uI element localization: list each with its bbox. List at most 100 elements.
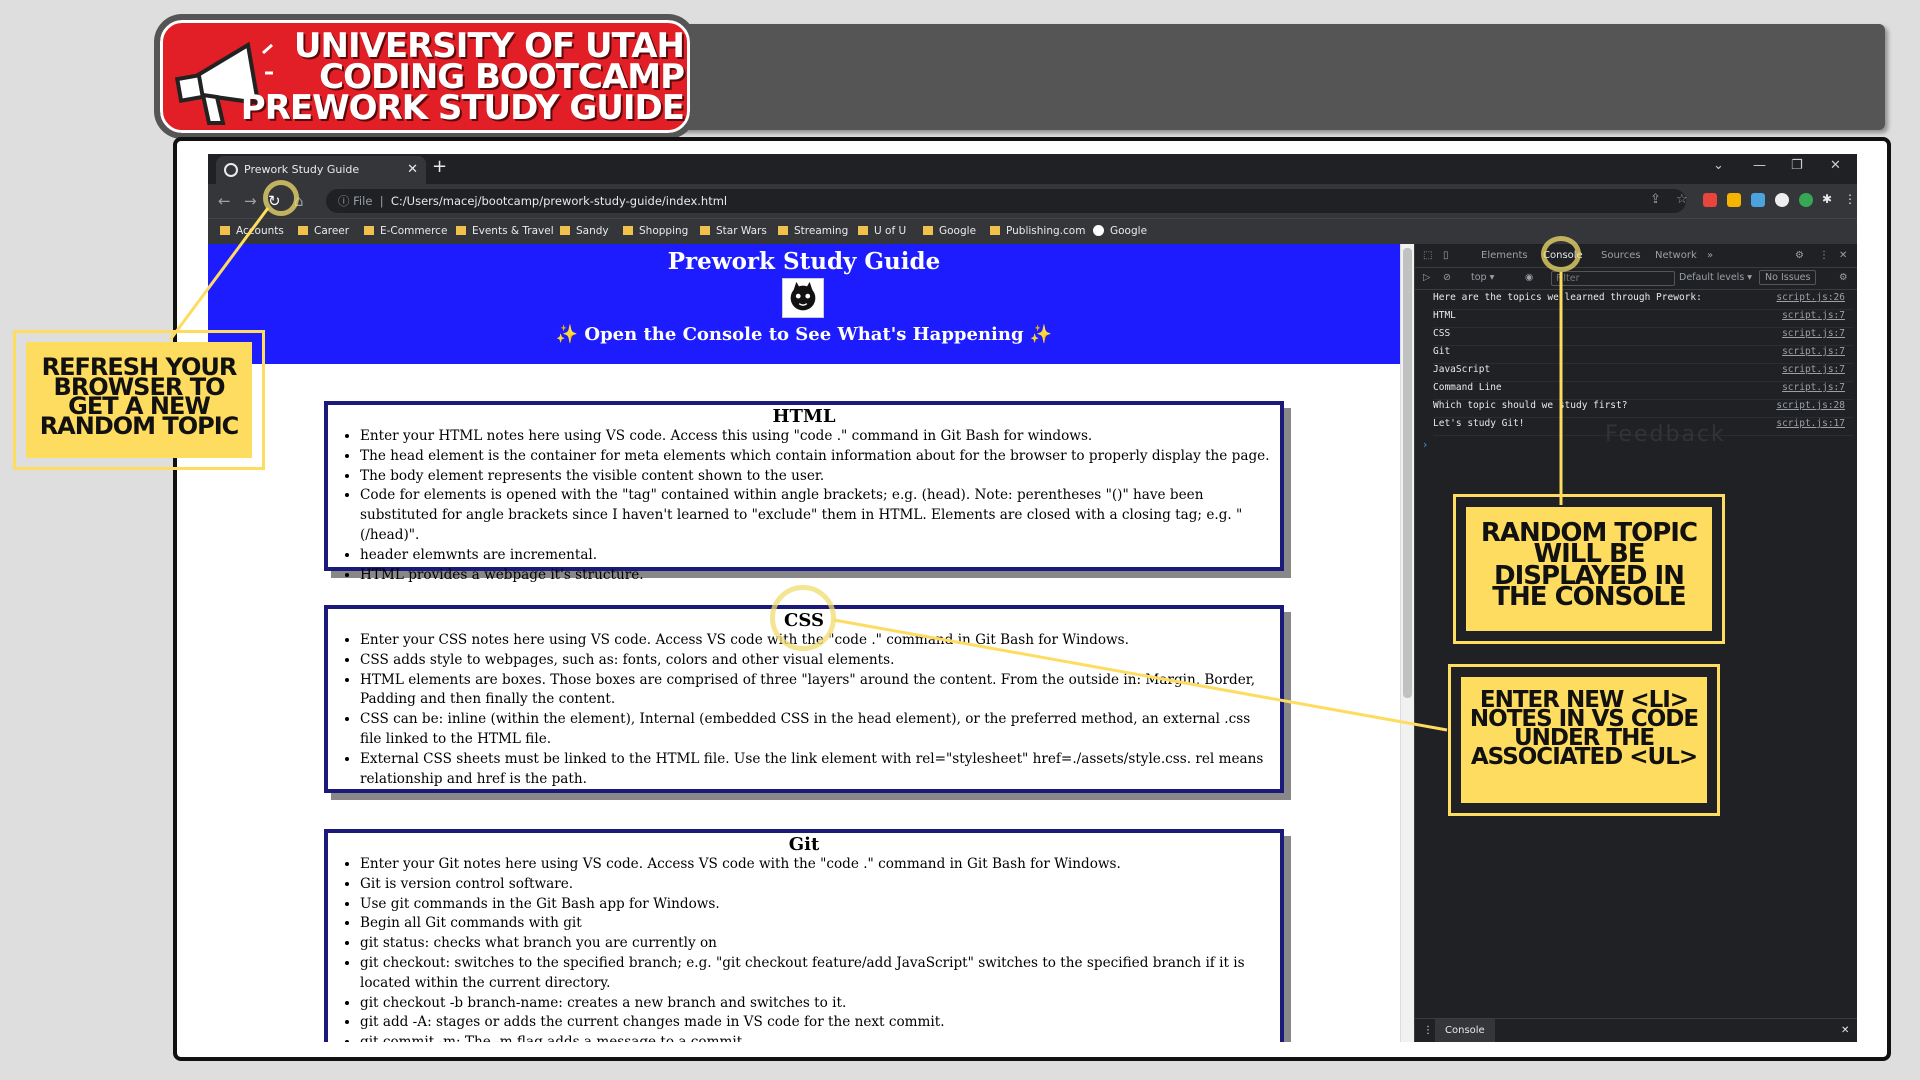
tab-network[interactable]: Network: [1655, 250, 1697, 261]
star-icon[interactable]: ☆: [1676, 192, 1688, 207]
folder-icon: [364, 226, 374, 235]
close-icon[interactable]: ✕: [1839, 250, 1847, 261]
bookmarks-bar: Accounts Career E-Commerce Events & Trav…: [208, 218, 1857, 244]
tab-more[interactable]: »: [1707, 250, 1713, 261]
folder-icon: [923, 226, 933, 235]
share-icon[interactable]: ⇪: [1650, 192, 1661, 207]
tab-strip: Prework Study Guide ✕ + ⌄ — ❐ ✕: [208, 154, 1857, 184]
bookmark-item[interactable]: Career: [298, 225, 349, 237]
bookmark-item[interactable]: U of U: [858, 225, 906, 237]
source-link[interactable]: script.js:7: [1782, 310, 1845, 321]
list-item: Code for elements is opened with the "ta…: [360, 486, 1274, 545]
console-message: CSS script.js:7: [1433, 328, 1853, 346]
drawer-menu-icon[interactable]: ⋮: [1423, 1025, 1433, 1036]
list-item: The head element is the container for me…: [360, 447, 1274, 467]
bookmark-item[interactable]: Google: [1093, 225, 1147, 237]
console-tab-highlight: [1541, 236, 1581, 272]
extension-icon[interactable]: [1775, 193, 1789, 207]
list-item: CSS can be: inline (within the element),…: [360, 710, 1274, 750]
folder-icon: [623, 226, 633, 235]
bookmark-item[interactable]: Publishing.com: [990, 225, 1085, 237]
close-tab-icon[interactable]: ✕: [407, 156, 418, 184]
folder-icon: [858, 226, 868, 235]
list-item: git checkout -b branch-name: creates a n…: [360, 994, 1274, 1014]
scrollbar-thumb[interactable]: [1403, 248, 1412, 698]
bookmark-item[interactable]: Google: [923, 225, 976, 237]
list-item: Enter your Git notes here using VS code.…: [360, 855, 1274, 875]
page-title: Prework Study Guide: [667, 248, 941, 275]
enter-notes-note: ENTER NEW <LI> NOTES IN VS CODE UNDER TH…: [1461, 677, 1707, 803]
bookmark-item[interactable]: Accounts: [220, 225, 284, 237]
browser-tab[interactable]: Prework Study Guide ✕: [216, 156, 426, 184]
context-select[interactable]: top ▾: [1471, 272, 1494, 283]
page-scrollbar[interactable]: [1400, 244, 1414, 1042]
refresh-note: REFRESH YOUR BROWSER TO GET A NEW RANDOM…: [26, 342, 252, 458]
forward-icon[interactable]: →: [244, 192, 257, 210]
tab-title: Prework Study Guide: [244, 163, 360, 176]
settings-icon[interactable]: ⚙: [1839, 272, 1848, 283]
source-link[interactable]: script.js:7: [1782, 328, 1845, 339]
gear-icon[interactable]: ⚙: [1795, 250, 1804, 261]
source-link[interactable]: script.js:28: [1776, 400, 1845, 411]
cat-logo-icon: [782, 278, 824, 318]
source-link[interactable]: script.js:26: [1776, 292, 1845, 303]
new-tab-button[interactable]: +: [432, 156, 447, 177]
folder-icon: [700, 226, 710, 235]
bookmark-item[interactable]: Shopping: [623, 225, 688, 237]
log-levels-select[interactable]: Default levels ▾: [1679, 272, 1752, 283]
extension-icon[interactable]: [1751, 193, 1765, 207]
bookmark-item[interactable]: Star Wars: [700, 225, 767, 237]
list-item: git add -A: stages or adds the current c…: [360, 1013, 1274, 1033]
list-item: HTML elements are boxes. Those boxes are…: [360, 671, 1274, 711]
reload-highlight: [263, 180, 299, 216]
bookmark-item[interactable]: Sandy: [560, 225, 609, 237]
console-message: Command Line script.js:7: [1433, 382, 1853, 400]
source-link[interactable]: script.js:7: [1782, 364, 1845, 375]
notes-list: Enter your HTML notes here using VS code…: [328, 427, 1280, 585]
address-url: C:/Users/macej/bootcamp/prework-study-gu…: [390, 194, 728, 208]
section-heading: Git: [788, 834, 820, 855]
feedback-watermark: Feedback: [1605, 422, 1726, 447]
folder-icon: [778, 226, 788, 235]
list-item: External CSS sheets must be linked to th…: [360, 750, 1274, 790]
menu-icon[interactable]: ⋮: [1844, 192, 1856, 206]
restore-icon[interactable]: ❐: [1791, 158, 1803, 173]
extension-icon[interactable]: [1727, 193, 1741, 207]
clear-console-icon[interactable]: ⊘: [1443, 272, 1451, 283]
source-link[interactable]: script.js:7: [1782, 346, 1845, 357]
list-item: CSS adds style to webpages, such as: fon…: [360, 651, 1274, 671]
source-link[interactable]: script.js:7: [1782, 382, 1845, 393]
back-icon[interactable]: ←: [218, 192, 231, 210]
chevron-down-icon[interactable]: ⌄: [1713, 158, 1724, 173]
console-prompt-icon[interactable]: ›: [1423, 438, 1427, 451]
bookmark-item[interactable]: E-Commerce: [364, 225, 447, 237]
drawer-tab-console[interactable]: Console: [1435, 1019, 1495, 1042]
close-drawer-icon[interactable]: ✕: [1841, 1025, 1849, 1036]
tab-elements[interactable]: Elements: [1481, 250, 1528, 261]
extension-icon[interactable]: [1799, 193, 1813, 207]
tab-sources[interactable]: Sources: [1601, 250, 1641, 261]
source-link[interactable]: script.js:17: [1776, 418, 1845, 429]
inspect-icon[interactable]: ⬚: [1423, 250, 1432, 261]
extension-icon[interactable]: [1703, 193, 1717, 207]
bookmark-item[interactable]: Streaming: [778, 225, 848, 237]
page-header: Prework Study Guide ✨ Open the Console t…: [208, 244, 1400, 364]
device-icon[interactable]: ▯: [1443, 250, 1449, 261]
folder-icon: [990, 226, 1000, 235]
folder-icon: [220, 226, 230, 235]
puzzle-icon[interactable]: ✱: [1822, 192, 1832, 206]
address-bar[interactable]: ⓘ File | C:/Users/macej/bootcamp/prework…: [326, 189, 1686, 213]
list-item: HTML provides a webpage it's structure.: [360, 566, 1274, 586]
issues-button[interactable]: No Issues: [1759, 270, 1817, 285]
section-html: HTML Enter your HTML notes here using VS…: [324, 401, 1284, 583]
bookmark-item[interactable]: Events & Travel: [456, 225, 554, 237]
minimize-icon[interactable]: —: [1753, 158, 1766, 173]
list-item: git status: checks what branch you are c…: [360, 934, 1274, 954]
eye-icon[interactable]: ◉: [1525, 272, 1533, 283]
close-window-icon[interactable]: ✕: [1830, 158, 1841, 173]
kebab-icon[interactable]: ⋮: [1819, 250, 1829, 261]
filter-input[interactable]: Filter: [1551, 271, 1675, 286]
header-bar: [660, 24, 1885, 130]
sidebar-toggle-icon[interactable]: ▷: [1423, 272, 1430, 283]
list-item: Enter your HTML notes here using VS code…: [360, 427, 1274, 447]
